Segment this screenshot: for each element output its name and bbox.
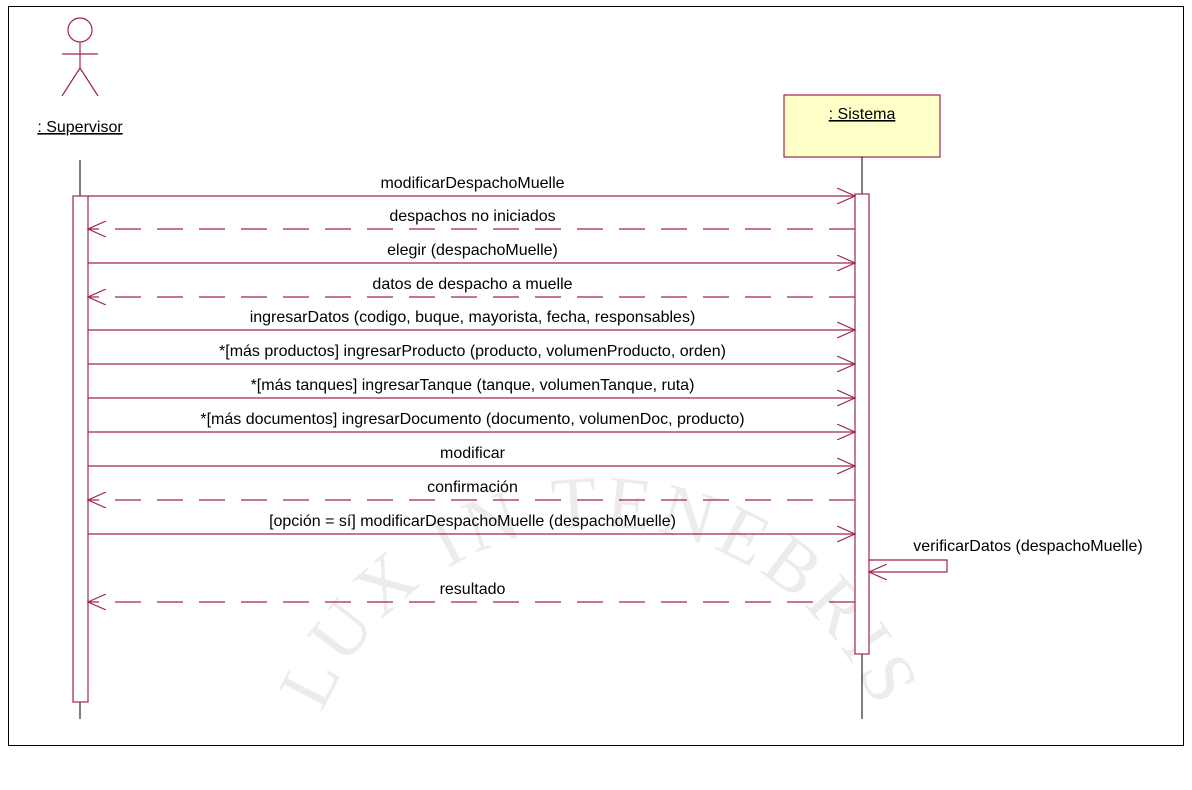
messages: modificarDespachoMuelle despachos no inic… [88,175,1143,602]
stick-figure-icon [61,17,99,97]
message-return[interactable]: despachos no iniciados [88,208,855,229]
message-return[interactable]: datos de despacho a muelle [88,276,855,297]
actor-supervisor[interactable]: : Supervisor [37,17,123,136]
activation-bar-supervisor [72,195,89,703]
message-label: [opción = sí] modificarDespachoMuelle (d… [269,513,676,530]
message-label: resultado [440,581,506,598]
message-return[interactable]: resultado [88,581,855,602]
message-label: despachos no iniciados [389,208,555,225]
object-box [783,94,941,158]
message-label: verificarDatos (despachoMuelle) [913,538,1142,555]
message-call[interactable]: *[más tanques] ingresarTanque (tanque, v… [88,377,855,398]
message-label: *[más productos] ingresarProducto (produ… [219,343,726,360]
activation-bar-sistema [854,193,870,655]
message-label: modificar [440,445,506,462]
sequence-diagram: : Supervisor : Sistema modificarDespacho… [37,17,1143,719]
message-label: ingresarDatos (codigo, buque, mayorista,… [250,309,696,326]
message-label: *[más tanques] ingresarTanque (tanque, v… [251,377,695,394]
object-name: : Sistema [829,106,896,123]
object-sistema[interactable]: : Sistema [783,94,941,158]
message-call[interactable]: modificar [88,445,855,466]
message-call[interactable]: *[más productos] ingresarProducto (produ… [88,343,855,364]
message-call[interactable]: elegir (despachoMuelle) [88,242,855,263]
message-arrow [869,559,948,572]
actor-name: : Supervisor [37,119,123,136]
message-label: datos de despacho a muelle [372,276,572,293]
message-return[interactable]: confirmación [88,479,855,500]
message-call[interactable]: modificarDespachoMuelle [88,175,855,196]
message-self[interactable]: verificarDatos (despachoMuelle) [869,538,1143,572]
message-label: confirmación [427,479,518,496]
message-call[interactable]: [opción = sí] modificarDespachoMuelle (d… [88,513,855,534]
message-call[interactable]: ingresarDatos (codigo, buque, mayorista,… [88,309,855,330]
message-label: elegir (despachoMuelle) [387,242,558,259]
message-call[interactable]: *[más documentos] ingresarDocumento (doc… [88,411,855,432]
message-label: *[más documentos] ingresarDocumento (doc… [200,411,744,428]
message-label: modificarDespachoMuelle [380,175,564,192]
